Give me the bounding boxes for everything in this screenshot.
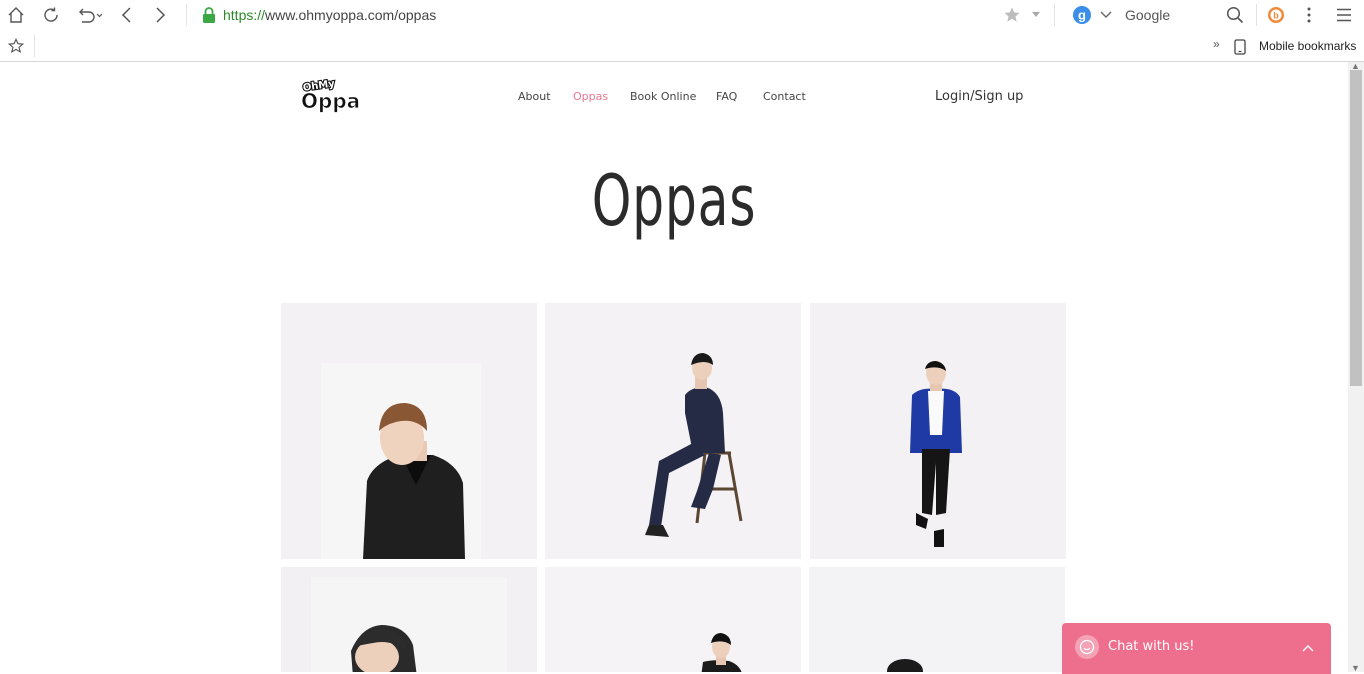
extension-icon[interactable]: b [1266,5,1286,25]
nav-about[interactable]: About [518,90,551,103]
oppa-photo [545,567,801,672]
forward-icon[interactable] [150,5,170,25]
search-icon[interactable] [1225,5,1245,25]
oppa-card[interactable] [545,303,801,559]
web-page: OhMy Oppa Oppa About Oppas Book Online F… [0,62,1348,672]
chat-widget[interactable]: Chat with us! [1062,623,1331,674]
oppa-card[interactable] [281,303,537,559]
toolbar-divider [1256,4,1257,26]
svg-text:g: g [1078,8,1086,23]
bookmark-star-icon[interactable] [1002,6,1022,24]
scrollbar-thumb[interactable] [1350,70,1362,386]
oppa-card[interactable] [545,567,801,672]
address-bar[interactable]: https://www.ohmyoppa.com/oppas [223,7,436,23]
toolbar-divider [34,35,35,57]
lock-icon [200,6,218,24]
nav-faq[interactable]: FAQ [716,90,737,103]
bookmarks-overflow-icon[interactable]: » [1213,37,1220,51]
more-vertical-icon[interactable] [1299,5,1319,25]
nav-contact[interactable]: Contact [763,90,806,103]
url-scheme: https:// [223,7,266,23]
nav-oppas[interactable]: Oppas [573,90,608,103]
mobile-bookmarks-link[interactable]: Mobile bookmarks [1259,39,1356,53]
bookmarks-bar: » Mobile bookmarks [0,31,1364,62]
oppa-card[interactable] [809,567,1065,672]
oppa-card[interactable] [281,567,537,672]
login-signup-link[interactable]: Login/Sign up [935,89,1023,104]
chevron-down-icon[interactable] [1099,8,1113,22]
mobile-device-icon [1233,38,1247,55]
url-path: www.ohmyoppa.com/oppas [265,7,437,23]
home-icon[interactable] [6,5,26,25]
site-logo[interactable]: OhMy Oppa Oppa [299,77,361,114]
search-input[interactable]: Google [1125,7,1170,23]
reload-icon[interactable] [41,5,61,25]
chat-smiley-icon [1075,635,1099,659]
oppa-photo [809,567,1065,672]
scroll-down-arrow-icon[interactable]: ▼ [1351,663,1360,673]
svg-text:Oppa: Oppa [301,89,360,113]
menu-icon[interactable] [1334,5,1354,25]
oppa-photo [281,567,537,672]
browser-toolbar: https://www.ohmyoppa.com/oppas g Google … [0,0,1364,32]
bookmark-dropdown-icon[interactable] [1029,8,1043,22]
oppa-photo [281,303,537,559]
back-icon[interactable] [117,5,137,25]
page-title: Oppas [591,160,757,242]
undo-dropdown-icon[interactable] [76,5,104,25]
page-scrollbar[interactable]: ▲ ▼ [1348,61,1364,673]
search-engine-icon[interactable]: g [1071,4,1093,26]
oppa-photo [545,303,801,559]
oppa-photo [810,303,1065,559]
chat-label: Chat with us! [1108,639,1195,654]
bookmarks-star-icon[interactable] [6,37,26,55]
toolbar-divider [186,4,187,26]
oppa-card[interactable] [810,303,1066,559]
svg-text:b: b [1273,11,1279,21]
toolbar-divider [1054,4,1055,26]
chevron-up-icon[interactable] [1302,639,1314,657]
nav-book-online[interactable]: Book Online [630,90,696,103]
